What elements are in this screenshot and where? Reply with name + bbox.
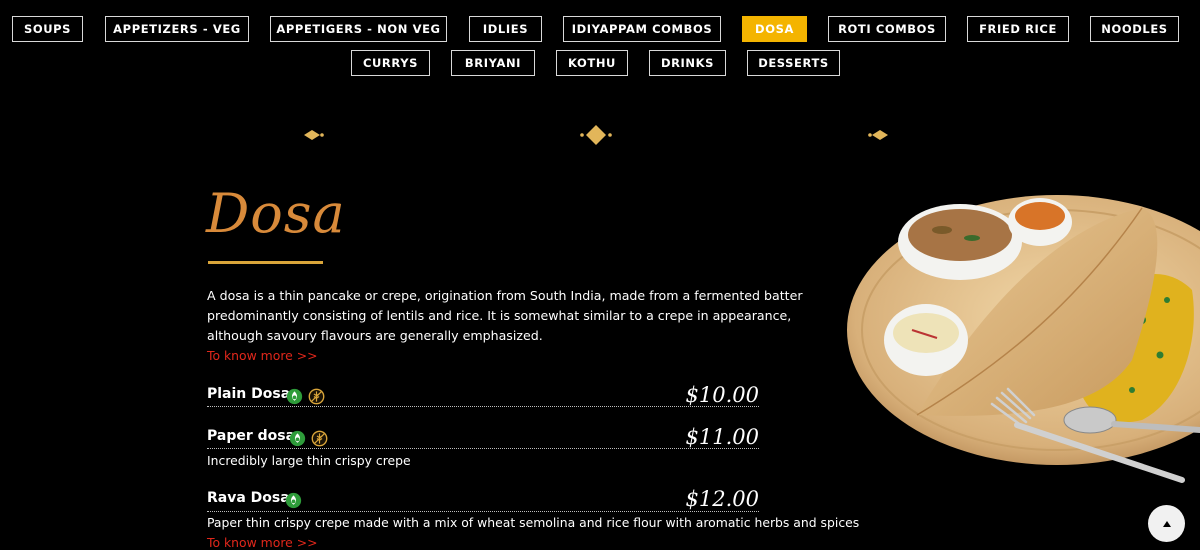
menu-item-name: Paper dosa xyxy=(207,428,296,444)
item-divider xyxy=(207,511,759,512)
tab-noodles[interactable]: NOODLES xyxy=(1090,16,1179,42)
menu-item-name: Rava Dosa xyxy=(207,490,290,506)
veg-icon xyxy=(289,430,306,447)
tab-desserts[interactable]: DESSERTS xyxy=(747,50,840,76)
know-more-link[interactable]: To know more >> xyxy=(207,535,317,550)
tab-soups[interactable]: SOUPS xyxy=(12,16,83,42)
caret-up-icon xyxy=(1162,520,1171,527)
tab-roti-combos[interactable]: ROTI COMBOS xyxy=(828,16,946,42)
menu-item-price: $11.00 xyxy=(685,425,759,449)
tab-appetizers-non-veg[interactable]: APPETIGERS - NON VEG xyxy=(270,16,447,42)
tab-idlies[interactable]: IDLIES xyxy=(469,16,542,42)
know-more-link[interactable]: To know more >> xyxy=(207,348,317,363)
scroll-to-top-button[interactable] xyxy=(1148,505,1185,542)
title-underline xyxy=(208,261,323,264)
veg-icon xyxy=(286,388,303,405)
gluten-free-icon xyxy=(311,430,328,447)
item-divider xyxy=(207,406,759,407)
item-divider xyxy=(207,448,759,449)
tab-briyani[interactable]: BRIYANI xyxy=(451,50,535,76)
tab-dosa[interactable]: DOSA xyxy=(742,16,807,42)
section-title: Dosa xyxy=(206,182,346,245)
veg-icon xyxy=(285,492,302,509)
tab-currys[interactable]: CURRYS xyxy=(351,50,430,76)
ornamental-divider xyxy=(304,125,888,145)
menu-item-price: $10.00 xyxy=(685,383,759,407)
tab-appetizers-veg[interactable]: APPETIZERS - VEG xyxy=(105,16,249,42)
menu-item-description: Paper thin crispy crepe made with a mix … xyxy=(207,515,860,530)
gluten-free-icon xyxy=(308,388,325,405)
tab-drinks[interactable]: DRINKS xyxy=(649,50,726,76)
tab-idiyappam-combos[interactable]: IDIYAPPAM COMBOS xyxy=(563,16,721,42)
tab-kothu[interactable]: KOTHU xyxy=(556,50,628,76)
menu-item-name: Plain Dosa xyxy=(207,386,291,402)
tab-fried-rice[interactable]: FRIED RICE xyxy=(967,16,1069,42)
menu-item-description: Incredibly large thin crispy crepe xyxy=(207,453,411,468)
menu-item-price: $12.00 xyxy=(685,487,759,511)
section-description: A dosa is a thin pancake or crepe, origi… xyxy=(207,288,803,343)
dosa-plate-image xyxy=(847,195,1200,483)
